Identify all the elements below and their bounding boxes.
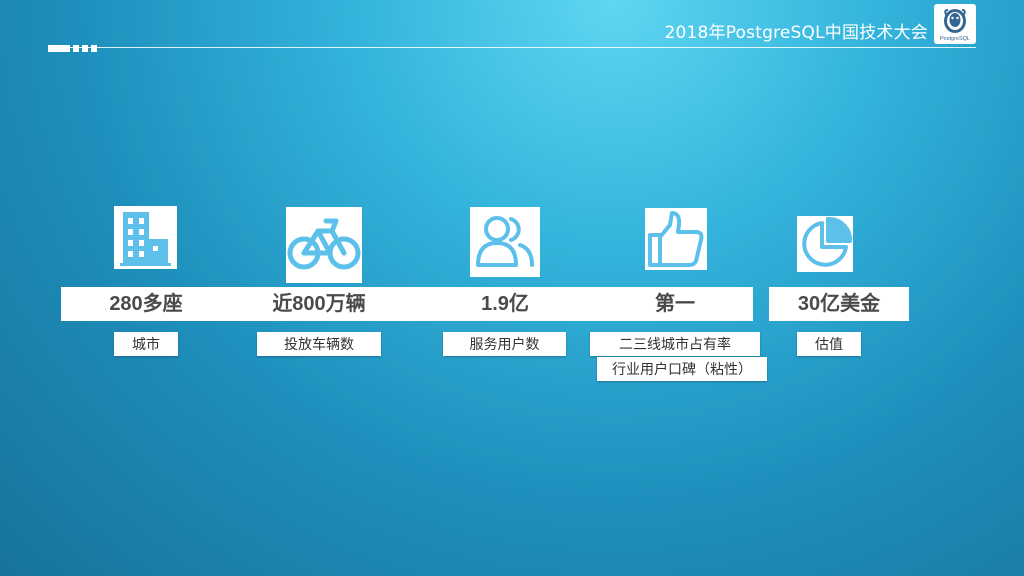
stat-value-cities: 280多座: [109, 293, 183, 315]
stat-label-valuation: 估值: [797, 332, 861, 356]
page-title: 2018年PostgreSQL中国技术大会: [664, 23, 928, 43]
stat-label-bikes: 投放车辆数: [257, 332, 381, 356]
stat-label-cities: 城市: [114, 332, 178, 356]
stat-label-market-share: 二三线城市占有率: [590, 332, 760, 356]
stat-label-users: 服务用户数: [443, 332, 566, 356]
bicycle-icon: [286, 207, 362, 283]
stat-value-valuation: 30亿美金: [797, 293, 881, 315]
stat-value-users: 1.9亿: [481, 293, 529, 315]
stat-value-bikes: 近800万辆: [272, 293, 366, 315]
users-icon: [470, 207, 540, 277]
stat-value-rank: 第一: [655, 293, 695, 315]
building-icon: [114, 206, 177, 269]
thumbs-up-icon: [645, 208, 707, 270]
svg-text:PostgreSQL: PostgreSQL: [940, 36, 970, 42]
postgresql-logo: PostgreSQL: [934, 4, 976, 44]
pie-chart-icon: [797, 216, 853, 272]
header-accent-bars: [48, 45, 97, 52]
stat-label-reputation: 行业用户口碑（粘性）: [597, 357, 767, 381]
header-divider: [48, 47, 976, 48]
